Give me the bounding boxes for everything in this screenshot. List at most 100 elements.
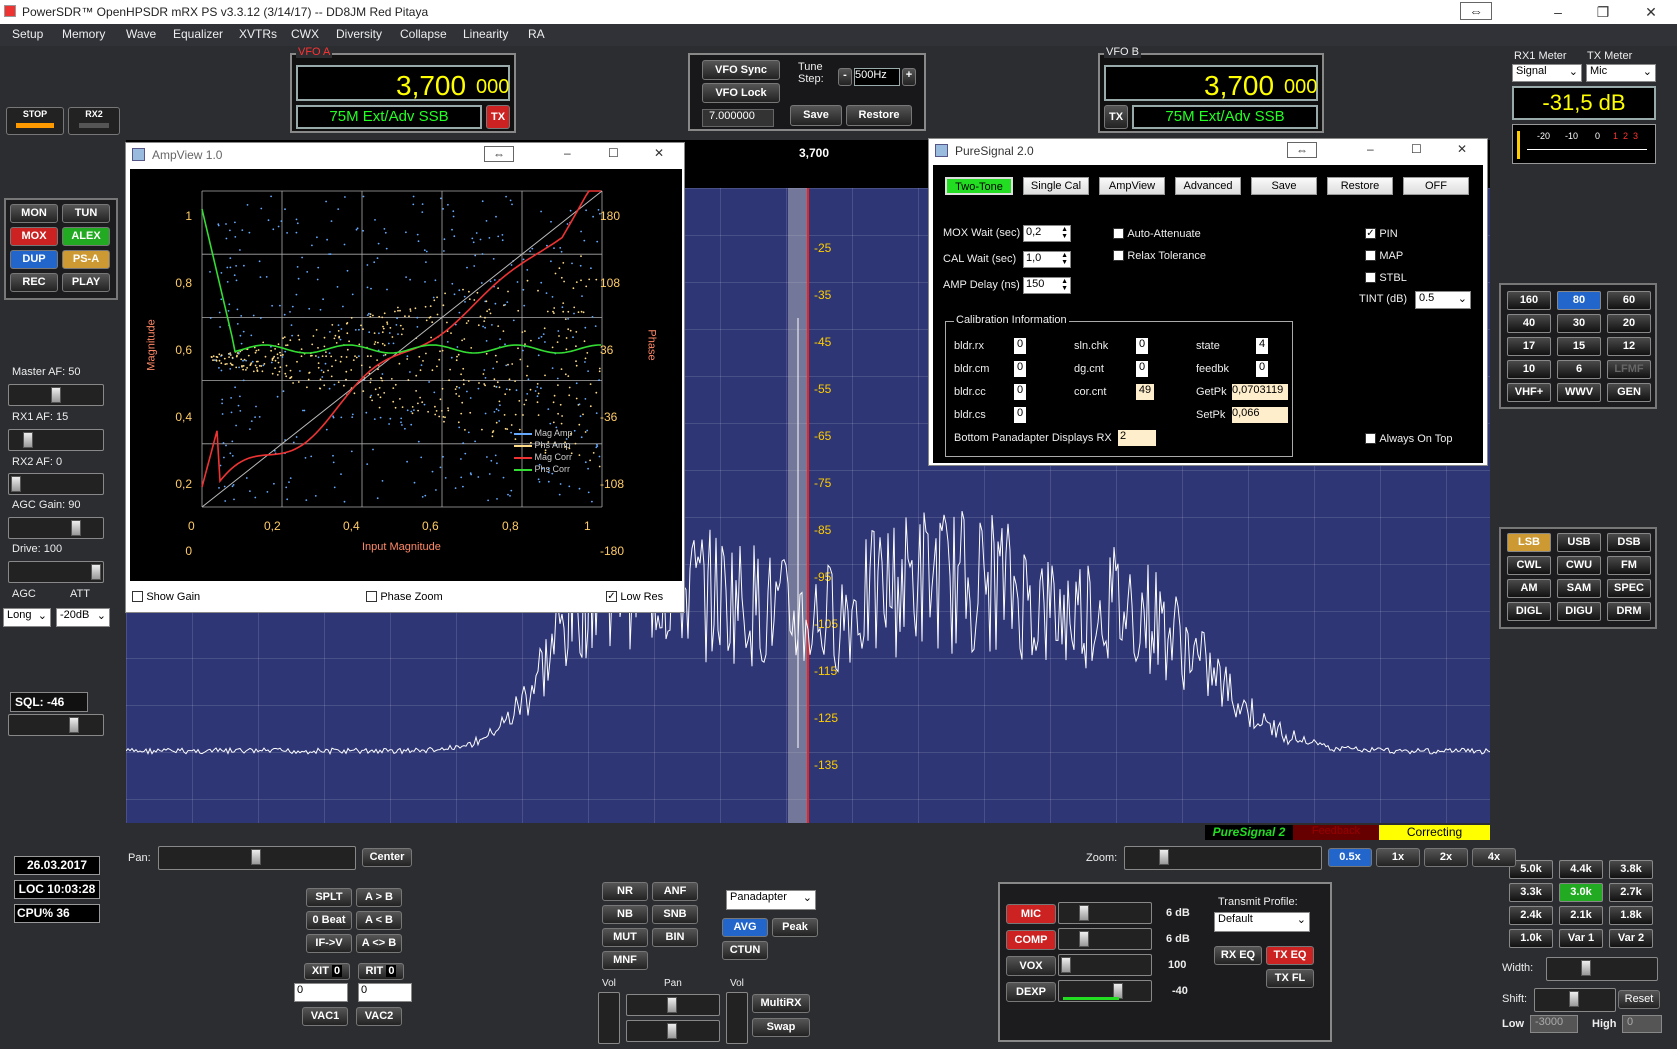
- mode-cwu[interactable]: CWU: [1557, 556, 1601, 575]
- mode-digl[interactable]: DIGL: [1507, 602, 1551, 621]
- band-20[interactable]: 20: [1607, 314, 1651, 333]
- filter-3-0k[interactable]: 3.0k: [1559, 883, 1603, 902]
- filter-1-0k[interactable]: 1.0k: [1509, 929, 1553, 948]
- rx1-af-slider[interactable]: [8, 429, 104, 451]
- mode-fm[interactable]: FM: [1607, 556, 1651, 575]
- menu-linearity[interactable]: Linearity: [463, 27, 508, 41]
- avg-button[interactable]: AVG: [722, 918, 768, 937]
- filter-2-1k[interactable]: 2.1k: [1559, 906, 1603, 925]
- display-mode-select[interactable]: Panadapter ⌄: [726, 890, 816, 910]
- ps-restore-button[interactable]: Restore: [1327, 177, 1393, 195]
- mnf-button[interactable]: MNF: [602, 951, 648, 970]
- multirx-button[interactable]: MultiRX: [752, 994, 810, 1013]
- rx-eq-button[interactable]: RX EQ: [1214, 946, 1262, 965]
- vfo-save-button[interactable]: Save: [790, 105, 842, 126]
- band-gen[interactable]: GEN: [1607, 383, 1651, 402]
- maximize-icon[interactable]: ☐: [1411, 142, 1422, 156]
- pan-slider-2[interactable]: [626, 1020, 720, 1042]
- transmit-profile-select[interactable]: Default ⌄: [1214, 912, 1310, 932]
- shift-slider[interactable]: [1534, 988, 1616, 1012]
- band-10[interactable]: 10: [1507, 360, 1551, 379]
- nb-button[interactable]: NB: [602, 905, 648, 924]
- ps-a-button[interactable]: PS-A: [62, 250, 110, 269]
- band-60[interactable]: 60: [1607, 291, 1651, 310]
- agc-gain-slider[interactable]: [8, 517, 104, 539]
- menu-equalizer[interactable]: Equalizer: [173, 27, 223, 41]
- maximize-icon[interactable]: ☐: [608, 146, 619, 160]
- band-30[interactable]: 30: [1557, 314, 1601, 333]
- att-select[interactable]: -20dB ⌄: [56, 608, 110, 627]
- band-12[interactable]: 12: [1607, 337, 1651, 356]
- advanced-button[interactable]: Advanced: [1175, 177, 1241, 195]
- minimize-icon[interactable]: –: [564, 146, 571, 160]
- comp-slider[interactable]: [1058, 928, 1152, 950]
- sql-label[interactable]: SQL: -46: [10, 692, 88, 712]
- ps-off-button[interactable]: OFF: [1403, 177, 1469, 195]
- zoom-4x[interactable]: 4x: [1472, 848, 1516, 867]
- rx-meter-select[interactable]: Signal ⌄: [1512, 64, 1582, 82]
- vfo-a-frequency[interactable]: 3,700 000: [296, 65, 510, 101]
- a-swap-b-button[interactable]: A <> B: [356, 934, 402, 953]
- tx-fl-button[interactable]: TX FL: [1266, 969, 1314, 988]
- always-on-top-checkbox[interactable]: Always On Top: [1365, 431, 1453, 445]
- phase-zoom-checkbox[interactable]: Phase Zoom: [366, 589, 443, 603]
- mic-button[interactable]: MIC: [1006, 904, 1056, 924]
- anf-button[interactable]: ANF: [652, 882, 698, 901]
- mox-button[interactable]: MOX: [10, 227, 58, 246]
- vfo-b-tx-button[interactable]: TX: [1104, 105, 1128, 129]
- rec-button[interactable]: REC: [10, 273, 58, 292]
- cal-wait-input[interactable]: 1,0 ▲ ▼: [1023, 251, 1071, 268]
- if-to-v-button[interactable]: IF->V: [306, 934, 352, 953]
- pan-center-button[interactable]: Center: [362, 848, 412, 867]
- pan-slider-1[interactable]: [626, 994, 720, 1016]
- band-160[interactable]: 160: [1507, 291, 1551, 310]
- mode-cwl[interactable]: CWL: [1507, 556, 1551, 575]
- menu-diversity[interactable]: Diversity: [336, 27, 382, 41]
- vfo-sync-button[interactable]: VFO Sync: [702, 60, 780, 80]
- vol2-slider-vertical[interactable]: [726, 992, 748, 1044]
- split-button[interactable]: SPLT: [306, 888, 352, 907]
- xit-input[interactable]: 0: [294, 983, 348, 1002]
- menu-setup[interactable]: Setup: [12, 27, 43, 41]
- mode-sam[interactable]: SAM: [1557, 579, 1601, 598]
- mode-am[interactable]: AM: [1507, 579, 1551, 598]
- restore-icon[interactable]: ⇔: [1460, 2, 1492, 20]
- vfo-b-frequency[interactable]: 3,700 000: [1104, 65, 1318, 101]
- filter-3-3k[interactable]: 3.3k: [1509, 883, 1553, 902]
- menu-memory[interactable]: Memory: [62, 27, 105, 41]
- filter-3-8k[interactable]: 3.8k: [1609, 860, 1653, 879]
- mon-button[interactable]: MON: [10, 204, 58, 223]
- rit-input[interactable]: 0: [358, 983, 412, 1002]
- pan-slider[interactable]: [158, 846, 356, 870]
- xit-button[interactable]: XIT 0: [304, 963, 350, 980]
- a-to-b-button[interactable]: A > B: [356, 888, 402, 907]
- band-lfmf[interactable]: LFMF: [1607, 360, 1651, 379]
- vfo-a-tx-button[interactable]: TX: [486, 105, 510, 129]
- stop-button[interactable]: STOP: [6, 107, 64, 135]
- zoom-slider[interactable]: [1124, 846, 1322, 870]
- close-icon[interactable]: ✕: [1628, 0, 1674, 24]
- band-15[interactable]: 15: [1557, 337, 1601, 356]
- bottom-panadapter-value[interactable]: 2: [1118, 430, 1156, 446]
- band-wwv[interactable]: WWV: [1557, 383, 1601, 402]
- auto-attenuate-checkbox[interactable]: Auto-Attenuate: [1113, 226, 1201, 240]
- map-checkbox[interactable]: MAP: [1365, 248, 1403, 262]
- tune-step-plus[interactable]: +: [902, 68, 916, 86]
- single-cal-button[interactable]: Single Cal: [1023, 177, 1089, 195]
- comp-button[interactable]: COMP: [1006, 930, 1056, 950]
- master-af-slider[interactable]: [8, 384, 104, 406]
- low-input[interactable]: -3000: [1530, 1015, 1578, 1033]
- close-icon[interactable]: ✕: [654, 146, 664, 160]
- snb-button[interactable]: SNB: [652, 905, 698, 924]
- menu-wave[interactable]: Wave: [126, 27, 156, 41]
- bin-button[interactable]: BIN: [652, 928, 698, 947]
- vfo-restore-button[interactable]: Restore: [846, 105, 912, 126]
- dexp-button[interactable]: DEXP: [1006, 982, 1056, 1002]
- vol-slider-vertical[interactable]: [598, 992, 620, 1044]
- play-button[interactable]: PLAY: [62, 273, 110, 292]
- rx2-button[interactable]: RX2: [68, 107, 120, 135]
- tint-select[interactable]: 0.5 ⌄: [1415, 291, 1471, 309]
- show-gain-checkbox[interactable]: Show Gain: [132, 589, 200, 603]
- close-icon[interactable]: ✕: [1457, 142, 1467, 156]
- pin-checkbox[interactable]: PIN: [1365, 226, 1398, 240]
